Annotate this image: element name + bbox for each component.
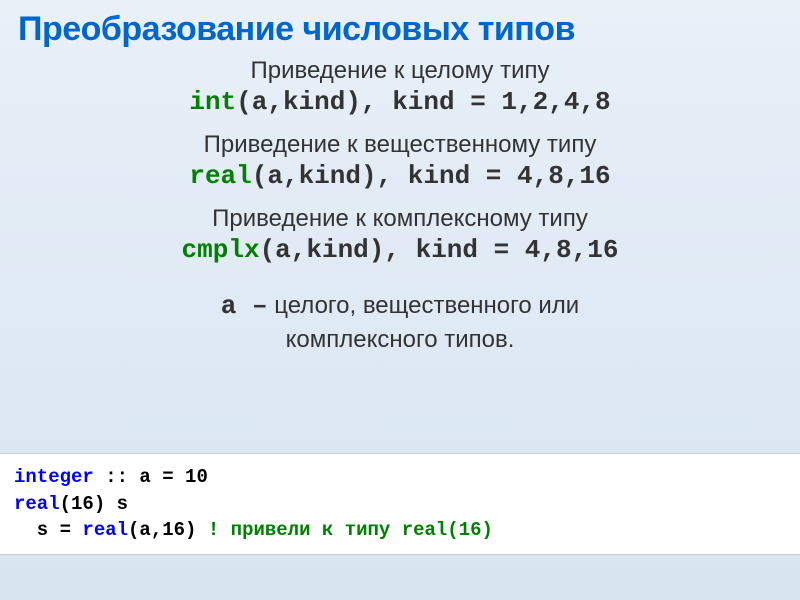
desc-var-a: a –	[221, 291, 268, 321]
code-line-1: integer :: a = 10	[14, 464, 786, 491]
code-comment: ! привели к типу real(16)	[208, 519, 493, 541]
code-line3-args: (a,16)	[128, 519, 208, 541]
real-keyword: real	[189, 161, 251, 191]
section-int-code: int(a,kind), kind = 1,2,4,8	[30, 87, 770, 117]
real-kind: kind = 4,8,16	[408, 161, 611, 191]
section-real-code: real(a,kind), kind = 4,8,16	[30, 161, 770, 191]
desc-text-line1: целого, вещественного или	[268, 292, 580, 319]
code-line2-rest: (16) s	[60, 493, 128, 515]
section-cmplx: Приведение к комплексному типу cmplx(a,k…	[30, 205, 770, 265]
cmplx-args: (a,kind),	[260, 235, 416, 265]
int-keyword: int	[189, 87, 236, 117]
section-int: Приведение к целому типу int(a,kind), ki…	[30, 57, 770, 117]
code-example: integer :: a = 10 real(16) s s = real(a,…	[0, 453, 800, 555]
content-area: Приведение к целому типу int(a,kind), ki…	[0, 49, 800, 356]
description: a – целого, вещественного или комплексно…	[30, 289, 770, 356]
int-kind: kind = 1,2,4,8	[392, 87, 610, 117]
real-args: (a,kind),	[252, 161, 408, 191]
code-real-keyword: real	[14, 493, 60, 515]
cmplx-kind: kind = 4,8,16	[416, 235, 619, 265]
code-real-func: real	[82, 519, 128, 541]
section-real: Приведение к вещественному типу real(a,k…	[30, 131, 770, 191]
int-args: (a,kind),	[236, 87, 376, 117]
code-line-2: real(16) s	[14, 491, 786, 518]
cmplx-keyword: cmplx	[182, 235, 260, 265]
int-spacer	[377, 87, 393, 117]
section-cmplx-code: cmplx(a,kind), kind = 4,8,16	[30, 235, 770, 265]
code-line-3: s = real(a,16) ! привели к типу real(16)	[14, 517, 786, 544]
code-line3-indent: s =	[14, 519, 82, 541]
section-int-label: Приведение к целому типу	[30, 57, 770, 85]
slide-title: Преобразование числовых типов	[0, 0, 800, 49]
desc-text-line2: комплексного типов.	[286, 326, 515, 353]
code-line1-rest: :: a = 10	[94, 466, 208, 488]
code-integer-keyword: integer	[14, 466, 94, 488]
section-real-label: Приведение к вещественному типу	[30, 131, 770, 159]
section-cmplx-label: Приведение к комплексному типу	[30, 205, 770, 233]
